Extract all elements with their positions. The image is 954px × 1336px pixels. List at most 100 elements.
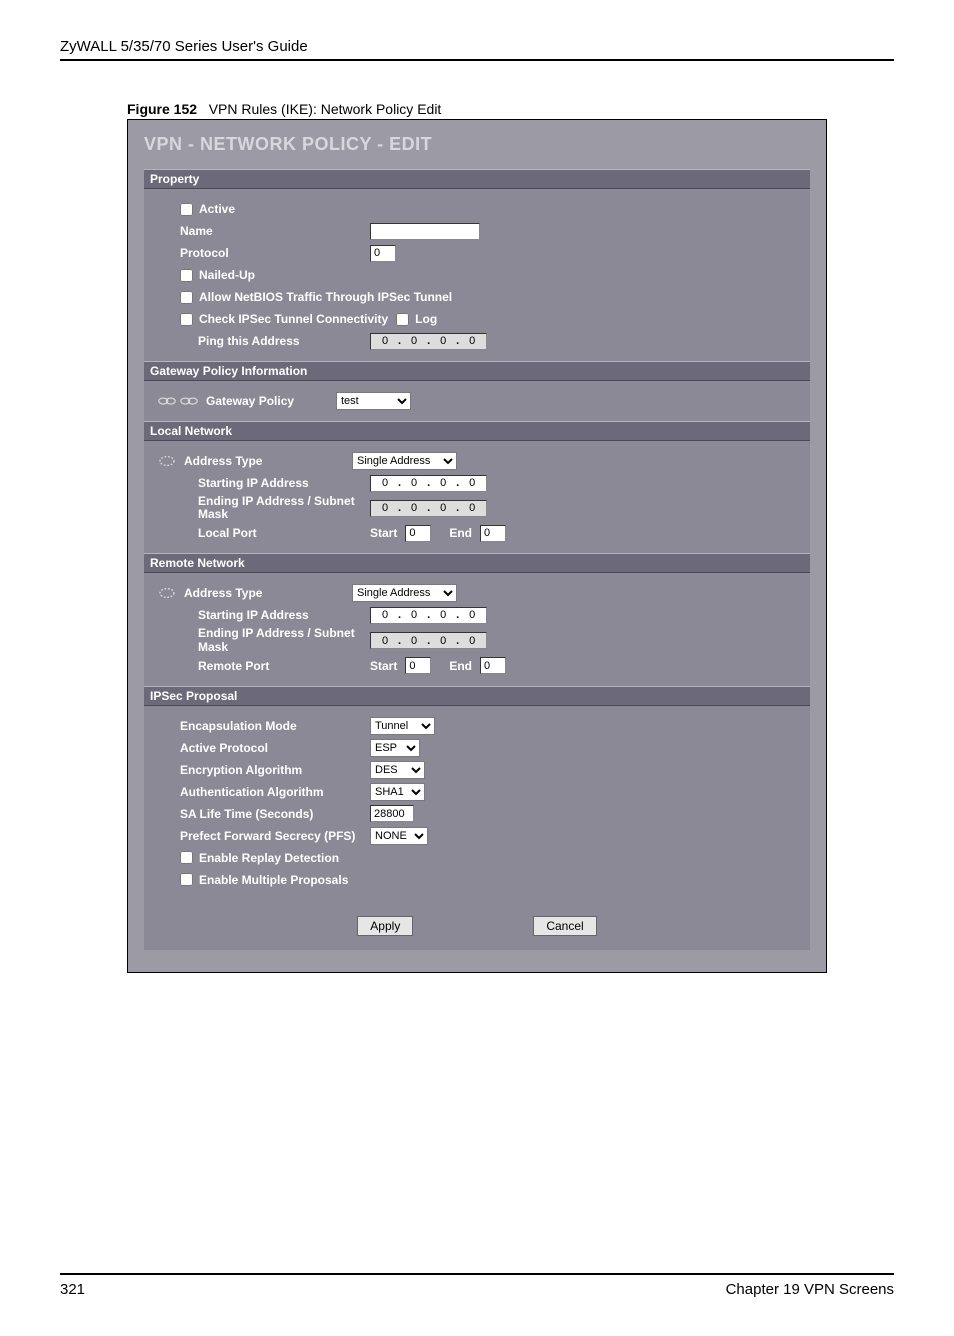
encap-select[interactable]: Tunnel <box>370 717 435 735</box>
local-start-ip-label: Starting IP Address <box>180 476 370 490</box>
remote-address-type-label: Address Type <box>184 586 352 600</box>
remote-end-ip-2[interactable] <box>403 635 425 647</box>
local-end-ip-2[interactable] <box>403 502 425 514</box>
section-header-local: Local Network <box>144 421 810 441</box>
active-protocol-select[interactable]: ESP <box>370 739 420 757</box>
local-start-ip-1[interactable] <box>374 477 396 489</box>
section-body-property: Active Name Protocol Nailed-Up Allow Net… <box>144 189 810 361</box>
ping-ip-oct-4[interactable] <box>461 335 483 347</box>
local-end-ip-input[interactable]: . . . <box>370 500 487 517</box>
remote-start-ip-3[interactable] <box>432 609 454 621</box>
name-label: Name <box>180 224 370 238</box>
local-end-ip-label: Ending IP Address / Subnet Mask <box>180 495 370 521</box>
active-protocol-label: Active Protocol <box>180 741 370 755</box>
local-start-ip-2[interactable] <box>403 477 425 489</box>
remote-end-ip-1[interactable] <box>374 635 396 647</box>
screen-title: VPN - NETWORK POLICY - EDIT <box>144 134 810 155</box>
remote-start-ip-4[interactable] <box>461 609 483 621</box>
encryption-select[interactable]: DES <box>370 761 425 779</box>
section-header-gateway: Gateway Policy Information <box>144 361 810 381</box>
remote-port-start-input[interactable] <box>405 657 431 674</box>
log-label: Log <box>415 312 437 326</box>
ping-ip-oct-3[interactable] <box>432 335 454 347</box>
remote-port-end-label: End <box>449 659 472 673</box>
screenshot-frame: VPN - NETWORK POLICY - EDIT Property Act… <box>127 119 827 973</box>
remote-port-end-input[interactable] <box>480 657 506 674</box>
remote-start-ip-label: Starting IP Address <box>180 608 370 622</box>
remote-end-ip-4[interactable] <box>461 635 483 647</box>
local-port-end-label: End <box>449 526 472 540</box>
local-port-start-input[interactable] <box>405 525 431 542</box>
local-start-ip-3[interactable] <box>432 477 454 489</box>
local-address-type-label: Address Type <box>184 454 352 468</box>
gateway-policy-label: Gateway Policy <box>206 394 336 408</box>
pfs-label: Prefect Forward Secrecy (PFS) <box>180 829 370 843</box>
section-header-remote: Remote Network <box>144 553 810 573</box>
section-body-ipsec: Encapsulation Mode Tunnel Active Protoco… <box>144 706 810 900</box>
cancel-button[interactable]: Cancel <box>533 916 596 936</box>
netbios-checkbox[interactable] <box>180 291 193 304</box>
remote-end-ip-input[interactable]: . . . <box>370 632 487 649</box>
multi-proposals-label: Enable Multiple Proposals <box>199 873 348 887</box>
ping-ip-input[interactable]: . . . <box>370 333 487 350</box>
protocol-label: Protocol <box>180 246 370 260</box>
ping-ip-oct-1[interactable] <box>374 335 396 347</box>
encap-label: Encapsulation Mode <box>180 719 370 733</box>
pfs-select[interactable]: NONE <box>370 827 428 845</box>
local-end-ip-1[interactable] <box>374 502 396 514</box>
section-body-remote: Address Type Single Address Starting IP … <box>144 573 810 685</box>
apply-button[interactable]: Apply <box>357 916 413 936</box>
gateway-policy-icon <box>158 394 202 408</box>
remote-start-ip-2[interactable] <box>403 609 425 621</box>
netbios-label: Allow NetBIOS Traffic Through IPSec Tunn… <box>199 290 452 304</box>
replay-label: Enable Replay Detection <box>199 851 339 865</box>
chapter-title: Chapter 19 VPN Screens <box>726 1281 894 1298</box>
page-footer: 321 Chapter 19 VPN Screens <box>60 1273 894 1298</box>
protocol-input[interactable] <box>370 245 396 262</box>
figure-number: Figure 152 <box>127 101 197 117</box>
form-panel: Property Active Name Protocol Nailed-Up <box>144 169 810 950</box>
local-port-label: Local Port <box>180 526 370 540</box>
gateway-policy-select[interactable]: test <box>336 392 411 410</box>
local-start-ip-input[interactable]: . . . <box>370 475 487 492</box>
replay-checkbox[interactable] <box>180 851 193 864</box>
section-body-gateway: Gateway Policy test <box>144 381 810 421</box>
remote-end-ip-3[interactable] <box>432 635 454 647</box>
nailed-up-checkbox[interactable] <box>180 269 193 282</box>
local-port-start-label: Start <box>370 526 397 540</box>
nailed-up-label: Nailed-Up <box>199 268 255 282</box>
local-start-ip-4[interactable] <box>461 477 483 489</box>
page-header: ZyWALL 5/35/70 Series User's Guide <box>60 38 894 61</box>
section-header-property: Property <box>144 169 810 189</box>
remote-start-ip-1[interactable] <box>374 609 396 621</box>
remote-start-ip-input[interactable]: . . . <box>370 607 487 624</box>
section-header-ipsec: IPSec Proposal <box>144 686 810 706</box>
figure-text: VPN Rules (IKE): Network Policy Edit <box>209 101 442 117</box>
local-end-ip-4[interactable] <box>461 502 483 514</box>
log-checkbox[interactable] <box>396 313 409 326</box>
figure-caption: Figure 152 VPN Rules (IKE): Network Poli… <box>127 101 894 117</box>
check-conn-label: Check IPSec Tunnel Connectivity <box>199 312 388 326</box>
check-conn-checkbox[interactable] <box>180 313 193 326</box>
local-network-icon <box>158 454 180 468</box>
ping-label: Ping this Address <box>180 334 370 348</box>
remote-port-label: Remote Port <box>180 659 370 673</box>
multi-proposals-checkbox[interactable] <box>180 873 193 886</box>
local-end-ip-3[interactable] <box>432 502 454 514</box>
section-body-local: Address Type Single Address Starting IP … <box>144 441 810 553</box>
active-label: Active <box>199 202 235 216</box>
remote-address-type-select[interactable]: Single Address <box>352 584 457 602</box>
ping-ip-oct-2[interactable] <box>403 335 425 347</box>
page-number: 321 <box>60 1281 85 1298</box>
sa-life-label: SA Life Time (Seconds) <box>180 807 370 821</box>
auth-label: Authentication Algorithm <box>180 785 370 799</box>
auth-select[interactable]: SHA1 <box>370 783 425 801</box>
name-input[interactable] <box>370 223 480 240</box>
active-checkbox[interactable] <box>180 203 193 216</box>
remote-port-start-label: Start <box>370 659 397 673</box>
sa-life-input[interactable] <box>370 805 414 822</box>
local-address-type-select[interactable]: Single Address <box>352 452 457 470</box>
local-port-end-input[interactable] <box>480 525 506 542</box>
header-title: ZyWALL 5/35/70 Series User's Guide <box>60 38 308 55</box>
button-row: Apply Cancel <box>144 900 810 936</box>
